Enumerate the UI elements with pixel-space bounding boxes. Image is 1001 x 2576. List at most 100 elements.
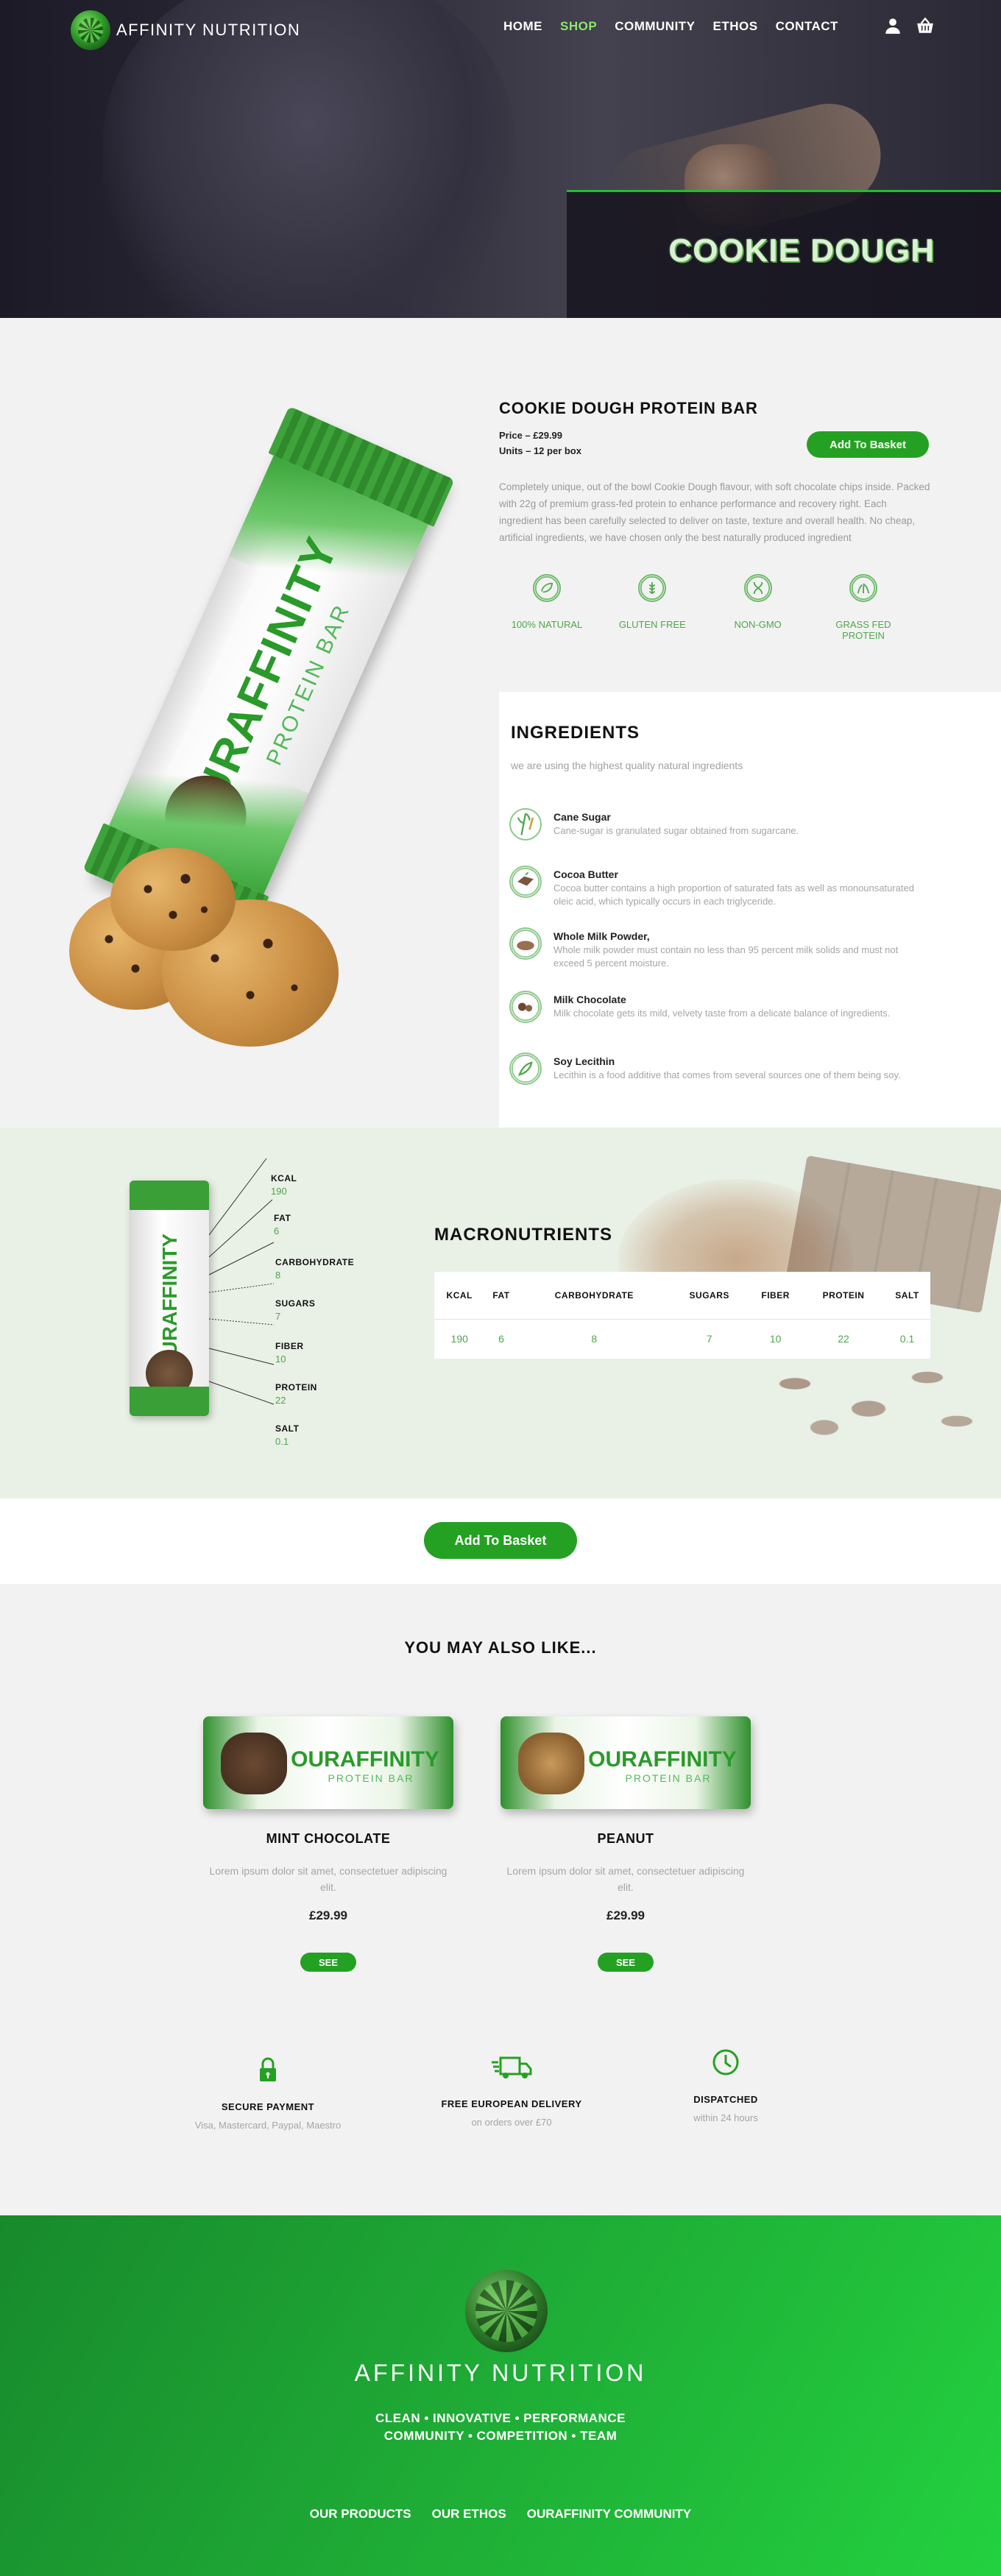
footer-link-community[interactable]: OURAFFINITY COMMUNITY bbox=[527, 2507, 692, 2522]
nav-link-contact[interactable]: CONTACT bbox=[776, 19, 838, 34]
footer-logo-icon[interactable] bbox=[465, 2270, 548, 2352]
product-description: Completely unique, out of the bowl Cooki… bbox=[499, 481, 930, 543]
brand-logo-icon[interactable] bbox=[71, 10, 110, 50]
ingredients-subtitle: we are using the highest quality natural… bbox=[511, 760, 743, 771]
footer-links: OUR PRODUCTS OUR ETHOS OURAFFINITY COMMU… bbox=[0, 2507, 1001, 2522]
related-products-section: YOU MAY ALSO LIKE... OURAFFINITY PROTEIN… bbox=[0, 1584, 1001, 2215]
ingredients-card: INGREDIENTS we are using the highest qua… bbox=[499, 692, 1001, 1128]
hero-title: COOKIE DOUGH bbox=[668, 233, 935, 269]
macro-label-value: 0.1 bbox=[275, 1436, 289, 1447]
nav-icons bbox=[883, 16, 935, 35]
ingredient-description: Whole milk powder must contain no less t… bbox=[553, 944, 899, 969]
cocoa-butter-icon bbox=[509, 866, 542, 898]
column-header: KCAL bbox=[434, 1272, 485, 1320]
footer-link-products[interactable]: OUR PRODUCTS bbox=[310, 2507, 411, 2522]
see-button[interactable]: SEE bbox=[300, 1953, 356, 1972]
related-product-image[interactable]: OURAFFINITY PROTEIN BAR bbox=[203, 1716, 453, 1809]
macro-label-sugars: SUGARS 7 bbox=[275, 1298, 315, 1322]
leaf-icon bbox=[533, 574, 561, 602]
pack-brand-text: OURAFFINITY bbox=[588, 1747, 737, 1772]
ingredient-description: Milk chocolate gets its mild, velvety ta… bbox=[553, 1008, 891, 1019]
perk-dispatched: DISPATCHED within 24 hours bbox=[615, 2048, 836, 2123]
ingredient-description: Lecithin is a food additive that comes f… bbox=[553, 1069, 901, 1080]
top-nav: AFFINITY NUTRITION HOME SHOP COMMUNITY E… bbox=[0, 0, 1001, 59]
column-header: FIBER bbox=[748, 1272, 803, 1320]
macro-label-fiber: FIBER 10 bbox=[275, 1341, 304, 1365]
macronutrients-title: MACRONUTRIENTS bbox=[434, 1225, 612, 1245]
milk-powder-icon bbox=[509, 927, 542, 960]
table-header-row: KCAL FAT CARBOHYDRATE SUGARS FIBER PROTE… bbox=[434, 1272, 930, 1320]
add-to-basket-button-secondary[interactable]: Add To Basket bbox=[424, 1522, 577, 1559]
nav-link-community[interactable]: COMMUNITY bbox=[615, 19, 695, 34]
bar-wrapper-bottom bbox=[130, 1387, 209, 1416]
feature-label: 100% NATURAL bbox=[511, 619, 583, 630]
hero-banner: COOKIE DOUGH AFFINITY NUTRITION HOME SHO… bbox=[0, 0, 1001, 318]
nav-link-shop[interactable]: SHOP bbox=[560, 19, 597, 34]
ingredient-name: Soy Lecithin bbox=[553, 1055, 615, 1067]
perk-free-delivery: FREE EUROPEAN DELIVERY on orders over £7… bbox=[401, 2052, 622, 2128]
macro-label-value: 10 bbox=[275, 1354, 286, 1365]
brand-name[interactable]: AFFINITY NUTRITION bbox=[116, 21, 300, 40]
related-product-description: Lorem ipsum dolor sit amet, consectetuer… bbox=[506, 1865, 745, 1893]
wheat-icon bbox=[638, 574, 667, 602]
macro-label-value: 6 bbox=[274, 1225, 280, 1236]
user-icon[interactable] bbox=[883, 16, 902, 35]
nav-link-home[interactable]: HOME bbox=[503, 19, 542, 34]
macro-label-name: SUGARS bbox=[275, 1298, 316, 1309]
pack-brand-text: OURAFFINITY bbox=[291, 1747, 439, 1772]
macronutrients-section: OURAFFINITY KCAL 190 FAT 6 CARBOHYDRATE … bbox=[0, 1128, 1001, 1498]
related-product-name[interactable]: MINT CHOCOLATE bbox=[196, 1831, 461, 1847]
add-to-basket-band: Add To Basket bbox=[0, 1498, 1001, 1584]
ingredient-description: Cane-sugar is granulated sugar obtained … bbox=[553, 825, 799, 836]
footer-tagline: CLEAN • INNOVATIVE • PERFORMANCE bbox=[375, 2411, 626, 2425]
feature-grass-fed: GRASS FED PROTEIN bbox=[816, 574, 911, 641]
footer: AFFINITY NUTRITION CLEAN • INNOVATIVE • … bbox=[0, 2215, 1001, 2576]
table-cell: 10 bbox=[769, 1333, 782, 1345]
footer-brand-name: AFFINITY NUTRITION bbox=[354, 2360, 647, 2386]
pack-chocolate-graphic bbox=[221, 1733, 287, 1794]
feature-natural: 100% NATURAL bbox=[499, 574, 595, 641]
macro-label-name: CARBOHYDRATE bbox=[275, 1257, 355, 1267]
product-info: COOKIE DOUGH PROTEIN BAR Price – £29.99 … bbox=[499, 399, 930, 641]
macro-label-name: SALT bbox=[275, 1423, 300, 1434]
protein-bar-small-image: OURAFFINITY bbox=[130, 1181, 209, 1416]
feature-label: NON-GMO bbox=[734, 619, 782, 630]
sugarcane-icon bbox=[509, 808, 542, 841]
pack-peanut-graphic bbox=[518, 1733, 584, 1794]
basket-icon[interactable] bbox=[916, 16, 935, 35]
related-product-price: £29.99 bbox=[309, 1908, 347, 1922]
perk-subtitle: within 24 hours bbox=[693, 2112, 758, 2123]
see-button[interactable]: SEE bbox=[598, 1953, 654, 1972]
related-product-name[interactable]: PEANUT bbox=[493, 1831, 758, 1847]
table-cell: 0.1 bbox=[899, 1333, 915, 1345]
column-header: PROTEIN bbox=[802, 1272, 885, 1320]
add-to-basket-button[interactable]: Add To Basket bbox=[807, 431, 929, 458]
feature-badges: 100% NATURAL GLUTEN FREE NON-GMO GRASS F… bbox=[499, 574, 911, 641]
truck-icon bbox=[492, 2056, 532, 2078]
perk-subtitle: on orders over £70 bbox=[471, 2117, 552, 2128]
dna-icon bbox=[743, 574, 772, 602]
soy-icon bbox=[509, 1052, 542, 1085]
nav-link-ethos[interactable]: ETHOS bbox=[713, 19, 758, 34]
macronutrients-table: KCAL FAT CARBOHYDRATE SUGARS FIBER PROTE… bbox=[434, 1272, 930, 1359]
related-product-image[interactable]: OURAFFINITY PROTEIN BAR bbox=[501, 1716, 751, 1809]
feature-label: GLUTEN FREE bbox=[618, 619, 686, 630]
table-cell: 8 bbox=[591, 1333, 598, 1345]
footer-link-ethos[interactable]: OUR ETHOS bbox=[432, 2507, 506, 2522]
feature-non-gmo: NON-GMO bbox=[710, 574, 806, 641]
related-products-title: YOU MAY ALSO LIKE... bbox=[404, 1638, 597, 1657]
perk-title: DISPATCHED bbox=[693, 2094, 758, 2105]
macro-label-name: FAT bbox=[274, 1213, 291, 1223]
related-product-card: OURAFFINITY PROTEIN BAR MINT CHOCOLATE L… bbox=[196, 1716, 461, 1972]
macro-label-value: 22 bbox=[275, 1395, 286, 1406]
feature-gluten-free: GLUTEN FREE bbox=[604, 574, 700, 641]
nav-links: HOME SHOP COMMUNITY ETHOS CONTACT bbox=[503, 19, 838, 34]
macro-label-value: 7 bbox=[275, 1311, 281, 1322]
macro-label-value: 190 bbox=[271, 1186, 287, 1197]
macro-label-kcal: KCAL 190 bbox=[271, 1173, 297, 1197]
related-product-description: Lorem ipsum dolor sit amet, consectetuer… bbox=[209, 1865, 448, 1893]
table-row: 190 6 8 7 10 22 0.1 bbox=[434, 1319, 930, 1359]
perk-secure-payment: SECURE PAYMENT Visa, Mastercard, Paypal,… bbox=[158, 2055, 378, 2131]
table-cell: 190 bbox=[450, 1333, 468, 1345]
column-header: SALT bbox=[884, 1272, 930, 1320]
